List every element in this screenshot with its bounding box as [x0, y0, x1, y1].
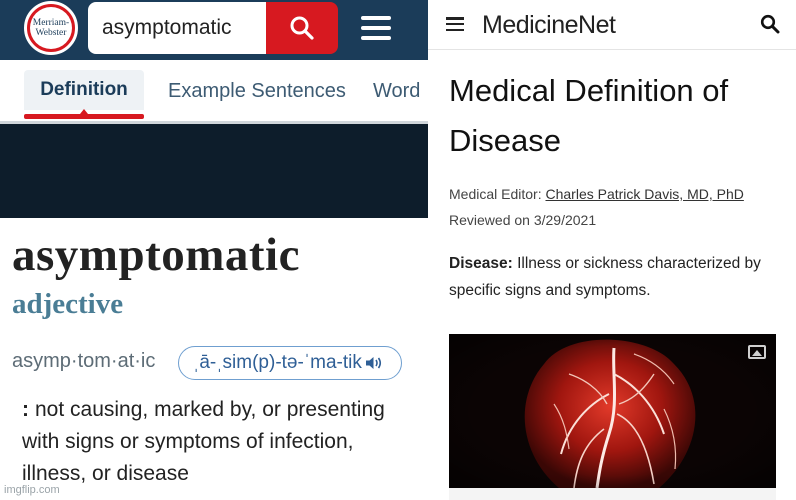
mw-header: Merriam- Webster asymptomatic	[0, 0, 428, 60]
tab-example-sentences[interactable]: Example Sentences	[168, 80, 346, 103]
mw-logo-line2: Webster	[35, 28, 67, 38]
medical-editor: Medical Editor: Charles Patrick Davis, M…	[449, 186, 744, 202]
mw-logo-line1: Merriam-	[32, 18, 70, 28]
definition-text: : not causing, marked by, or presenting w…	[22, 394, 422, 490]
menu-bar	[361, 26, 391, 30]
pronunciation-text: ˌā-ˌsim(p)-tə-ˈma-tik	[193, 352, 362, 373]
mw-tab-bar: Definition Example Sentences Word	[0, 60, 428, 124]
search-input[interactable]: asymptomatic	[88, 2, 266, 54]
menu-bar	[446, 22, 464, 26]
editor-link[interactable]: Charles Patrick Davis, MD, PhD	[545, 186, 743, 202]
heart-image[interactable]	[449, 334, 776, 488]
mw-logo-inner: Merriam- Webster	[30, 7, 72, 49]
medicinenet-logo[interactable]: MedicineNet	[482, 11, 616, 40]
menu-bar	[361, 16, 391, 20]
search-icon[interactable]	[760, 14, 780, 39]
hamburger-menu-icon[interactable]	[358, 14, 394, 42]
merriam-webster-panel: Merriam- Webster asymptomatic Definition…	[0, 0, 428, 500]
definition-term: Disease:	[449, 255, 513, 272]
image-caption-strip	[449, 488, 776, 500]
menu-bar	[446, 28, 464, 31]
ad-banner-area	[0, 124, 428, 218]
definition-colon: :	[22, 398, 29, 421]
mn-header: MedicineNet	[428, 0, 796, 50]
tab-word[interactable]: Word	[373, 80, 420, 103]
pronunciation-button[interactable]: ˌā-ˌsim(p)-tə-ˈma-tik	[178, 346, 402, 380]
hamburger-menu-icon[interactable]	[446, 17, 464, 31]
mw-logo[interactable]: Merriam- Webster	[24, 1, 78, 55]
reviewed-date: Reviewed on 3/29/2021	[449, 212, 597, 228]
menu-bar	[446, 17, 464, 20]
active-tab-underline	[24, 114, 144, 119]
search-button[interactable]	[266, 2, 338, 54]
disease-definition: Disease: Illness or sickness characteriz…	[449, 250, 789, 304]
part-of-speech: adjective	[12, 288, 124, 320]
headword: asymptomatic	[12, 229, 300, 281]
heart-illustration	[449, 334, 776, 488]
menu-bar	[361, 36, 391, 40]
medicinenet-panel: MedicineNet Medical Definition of Diseas…	[428, 0, 796, 500]
imgflip-watermark: imgflip.com	[4, 484, 60, 496]
tab-definition[interactable]: Definition	[24, 70, 144, 110]
speaker-icon	[365, 356, 383, 370]
page-title: Medical Definition of Disease	[449, 73, 729, 158]
editor-label: Medical Editor:	[449, 186, 542, 202]
syllabification: asymp·tom·at·ic	[12, 350, 156, 372]
search-icon	[290, 16, 314, 40]
image-gallery-icon[interactable]	[748, 345, 766, 359]
definition-body: not causing, marked by, or presenting wi…	[22, 398, 385, 485]
